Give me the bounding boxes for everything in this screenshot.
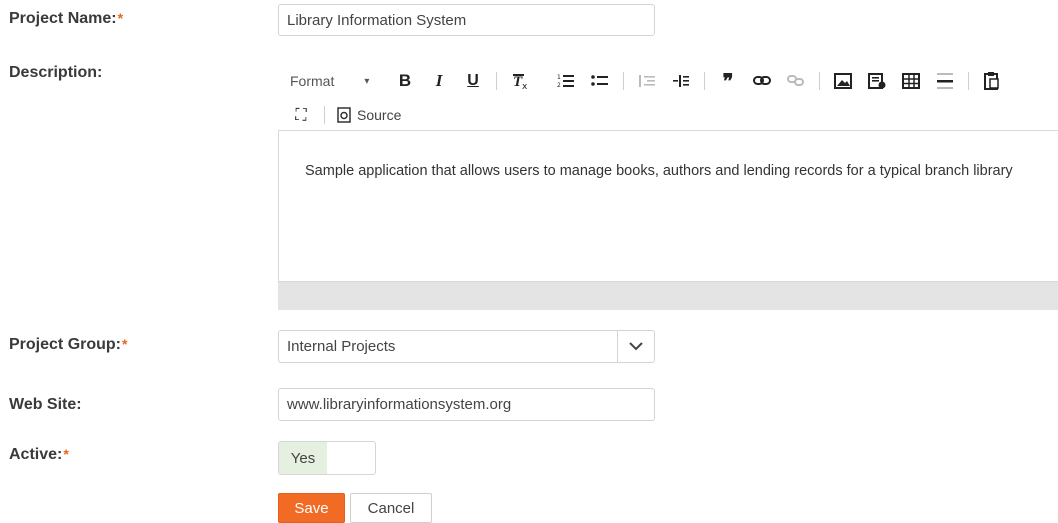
project-group-label-text: Project Group: bbox=[9, 336, 122, 353]
toolbar-separator bbox=[819, 72, 820, 90]
format-dropdown[interactable]: Format ▾ bbox=[290, 68, 382, 94]
toolbar-separator bbox=[324, 106, 325, 124]
svg-text:x: x bbox=[522, 82, 528, 90]
web-site-value: www.libraryinformationsystem.org bbox=[287, 396, 512, 413]
save-button[interactable]: Save bbox=[278, 493, 345, 523]
toolbar-separator bbox=[704, 72, 705, 90]
increase-indent-icon[interactable] bbox=[670, 68, 692, 94]
paste-icon[interactable] bbox=[981, 68, 1003, 94]
editor-status-bar bbox=[278, 282, 1058, 310]
svg-text:2: 2 bbox=[557, 82, 561, 89]
cancel-button[interactable]: Cancel bbox=[350, 493, 432, 523]
description-content: Sample application that allows users to … bbox=[305, 163, 1013, 179]
chevron-down-icon bbox=[617, 331, 654, 362]
maximize-icon[interactable]: ⛶ bbox=[290, 102, 312, 128]
bold-button[interactable]: B bbox=[394, 68, 416, 94]
required-marker: * bbox=[117, 10, 124, 26]
active-label-text: Active: bbox=[9, 446, 63, 463]
source-button[interactable]: Source bbox=[337, 102, 401, 128]
dropdown-arrow-icon: ▾ bbox=[364, 75, 370, 87]
source-label: Source bbox=[357, 107, 402, 123]
blockquote-icon[interactable]: ❞ bbox=[717, 68, 739, 94]
web-site-label-text: Web Site: bbox=[9, 396, 82, 413]
image-icon[interactable] bbox=[832, 68, 854, 94]
description-label-text: Description: bbox=[9, 64, 103, 81]
project-name-label: Project Name:* bbox=[9, 10, 123, 28]
project-name-input[interactable]: Library Information System bbox=[278, 4, 655, 36]
italic-button[interactable]: I bbox=[428, 68, 450, 94]
underline-button[interactable]: U bbox=[462, 68, 484, 94]
toolbar-separator bbox=[623, 72, 624, 90]
project-group-select[interactable]: Internal Projects bbox=[278, 330, 655, 363]
active-toggle[interactable]: Yes bbox=[278, 441, 376, 475]
svg-text:1: 1 bbox=[557, 74, 561, 81]
project-name-label-text: Project Name: bbox=[9, 10, 117, 27]
unlink-icon[interactable] bbox=[785, 68, 807, 94]
decrease-indent-icon[interactable] bbox=[636, 68, 658, 94]
bullet-list-icon[interactable] bbox=[589, 68, 611, 94]
numbered-list-icon[interactable]: 12 bbox=[555, 68, 577, 94]
remove-format-icon[interactable]: Tx bbox=[509, 68, 531, 94]
toolbar-separator bbox=[968, 72, 969, 90]
horizontal-line-icon[interactable] bbox=[934, 68, 956, 94]
format-label: Format bbox=[290, 73, 335, 89]
description-editor[interactable]: Sample application that allows users to … bbox=[278, 130, 1058, 282]
required-marker: * bbox=[63, 446, 69, 462]
project-group-label: Project Group:* bbox=[9, 336, 127, 354]
link-icon[interactable] bbox=[751, 68, 773, 94]
table-icon[interactable] bbox=[900, 68, 922, 94]
web-site-input[interactable]: www.libraryinformationsystem.org bbox=[278, 388, 655, 421]
embed-icon[interactable] bbox=[866, 68, 888, 94]
web-site-label: Web Site: bbox=[9, 396, 82, 414]
active-label: Active:* bbox=[9, 446, 69, 464]
toolbar-separator bbox=[496, 72, 497, 90]
editor-toolbar: Format ▾ B I U Tx 12 ❞ ⛶ Source bbox=[290, 68, 1050, 128]
required-marker: * bbox=[122, 336, 128, 352]
project-name-value: Library Information System bbox=[287, 11, 467, 29]
description-label: Description: bbox=[9, 64, 102, 82]
active-toggle-yes: Yes bbox=[279, 442, 327, 474]
project-group-value: Internal Projects bbox=[287, 338, 396, 355]
